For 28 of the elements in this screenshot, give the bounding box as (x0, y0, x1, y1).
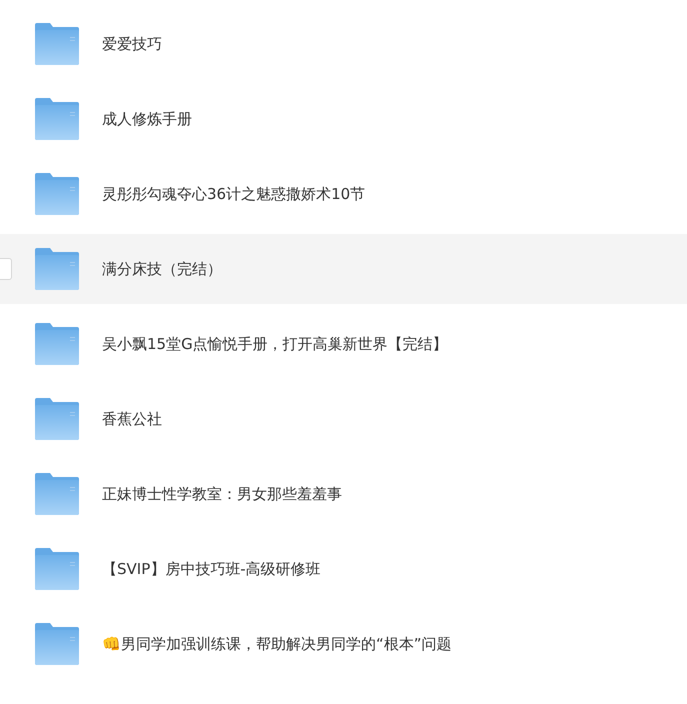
folder-name[interactable]: 吴小飘15堂G点愉悦手册，打开高巢新世界【完结】 (102, 334, 448, 354)
checkbox[interactable] (0, 258, 12, 280)
folder-name[interactable]: 👊男同学加强训练课，帮助解决男同学的“根本”问题 (102, 634, 452, 654)
folder-icon[interactable] (34, 23, 80, 65)
folder-icon[interactable] (34, 473, 80, 515)
folder-row[interactable]: 吴小飘15堂G点愉悦手册，打开高巢新世界【完结】 (0, 309, 687, 379)
folder-name[interactable]: 爱爱技巧 (102, 34, 162, 54)
folder-icon[interactable] (34, 98, 80, 140)
folder-icon[interactable] (34, 248, 80, 290)
folder-name[interactable]: 成人修炼手册 (102, 110, 192, 128)
folder-row[interactable]: 香蕉公社 (0, 384, 687, 454)
folder-icon[interactable] (34, 623, 80, 665)
folder-name[interactable]: 灵彤彤勾魂夺心36计之魅惑撒娇术10节 (102, 184, 366, 204)
folder-row[interactable]: 【SVIP】房中技巧班-高级研修班 (0, 534, 687, 604)
folder-row[interactable]: 灵彤彤勾魂夺心36计之魅惑撒娇术10节 (0, 159, 687, 229)
folder-row[interactable]: 爱爱技巧 (0, 9, 687, 79)
folder-icon[interactable] (34, 173, 80, 215)
folder-row[interactable]: 满分床技（完结） (0, 234, 687, 304)
folder-name[interactable]: 香蕉公社 (102, 410, 162, 428)
folder-row[interactable]: 正妹博士性学教室：男女那些羞羞事 (0, 459, 687, 529)
folder-icon[interactable] (34, 323, 80, 365)
folder-name[interactable]: 正妹博士性学教室：男女那些羞羞事 (102, 484, 342, 504)
folder-name[interactable]: 满分床技（完结） (102, 260, 222, 278)
folder-icon[interactable] (34, 548, 80, 590)
folder-row[interactable]: 成人修炼手册 (0, 84, 687, 154)
folder-icon[interactable] (34, 398, 80, 440)
folder-row[interactable]: 👊男同学加强训练课，帮助解决男同学的“根本”问题 (0, 609, 687, 679)
folder-name[interactable]: 【SVIP】房中技巧班-高级研修班 (102, 560, 321, 578)
